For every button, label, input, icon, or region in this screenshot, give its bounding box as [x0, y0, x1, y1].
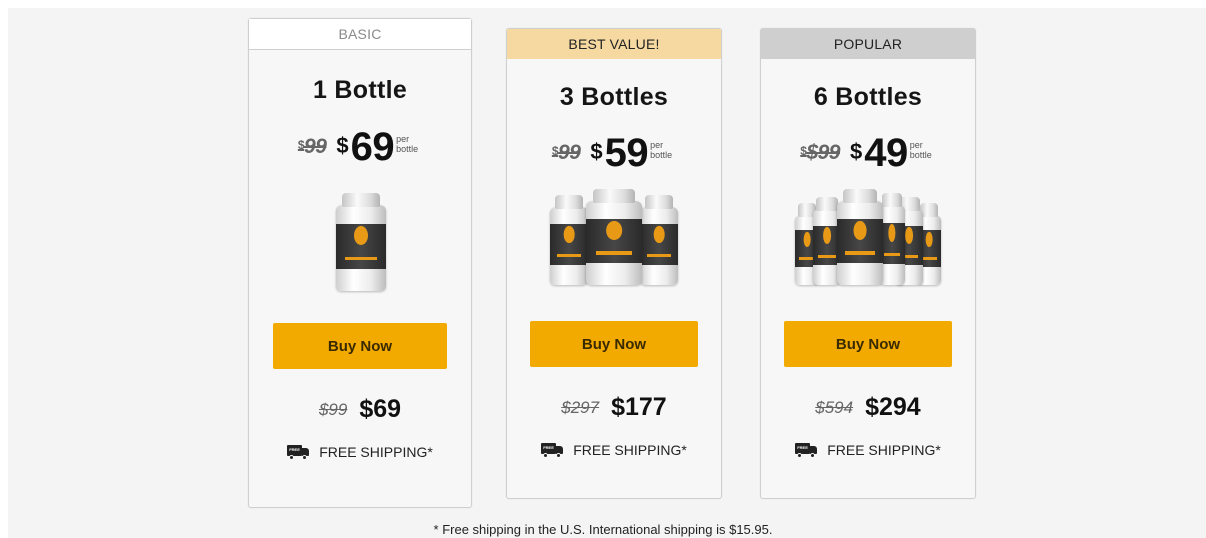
old-unit-price: $$99	[800, 141, 840, 164]
old-total-price: $99	[318, 399, 348, 419]
new-unit-price: $ 49 per bottle	[850, 133, 936, 173]
shipping-label: FREE SHIPPING*	[573, 442, 687, 458]
new-total-price: $177	[611, 393, 667, 421]
old-unit-price: $99	[551, 141, 581, 164]
shipping-footnote: * Free shipping in the U.S. Internationa…	[433, 522, 773, 537]
plan-card-popular: POPULAR 6 Bottles $$99 $ 49 per bottle B…	[760, 28, 976, 499]
old-total-price: $297	[561, 397, 600, 417]
new-unit-price: $ 69 per bottle	[336, 127, 422, 167]
plan-quantity: 1 Bottle	[312, 76, 408, 104]
new-unit-price: $ 59 per bottle	[590, 133, 676, 173]
total-price: $99 $69	[249, 395, 471, 424]
plan-header: POPULAR	[761, 29, 975, 59]
free-shipping: FREE FREE SHIPPING*	[249, 444, 471, 460]
free-shipping: FREE FREE SHIPPING*	[761, 442, 975, 458]
free-shipping: FREE FREE SHIPPING*	[507, 442, 721, 458]
shipping-label: FREE SHIPPING*	[319, 444, 433, 460]
total-price: $594 $294	[761, 393, 975, 422]
plan-header: BASIC	[249, 19, 471, 50]
total-price: $297 $177	[507, 393, 721, 422]
truck-icon: FREE	[795, 443, 818, 458]
buy-now-button[interactable]: Buy Now	[784, 321, 952, 367]
per-bottle-label: per bottle	[909, 140, 932, 160]
shipping-label: FREE SHIPPING*	[827, 442, 941, 458]
unit-price: $$99 $ 49 per bottle	[761, 133, 975, 177]
plan-quantity: 3 Bottles	[559, 83, 669, 111]
buy-now-button[interactable]: Buy Now	[530, 321, 698, 367]
plan-card-best-value: BEST VALUE! 3 Bottles $99 $ 59 per bottl…	[506, 28, 722, 499]
bottle-image-1	[325, 189, 395, 291]
plan-card-basic: BASIC 1 Bottle $99 $ 69 per bottle Buy N…	[248, 18, 472, 508]
bottle-image-3	[550, 189, 678, 285]
truck-icon: FREE	[287, 445, 310, 460]
unit-price: $99 $ 59 per bottle	[507, 133, 721, 177]
truck-icon: FREE	[541, 443, 564, 458]
plan-header: BEST VALUE!	[507, 29, 721, 59]
new-total-price: $294	[865, 393, 921, 421]
per-bottle-label: per bottle	[650, 140, 673, 160]
buy-now-button[interactable]: Buy Now	[273, 323, 447, 369]
plan-quantity: 6 Bottles	[813, 83, 923, 111]
old-total-price: $594	[815, 397, 854, 417]
bottle-image-6	[795, 189, 941, 285]
unit-price: $99 $ 69 per bottle	[249, 127, 471, 171]
old-unit-price: $99	[297, 135, 327, 158]
per-bottle-label: per bottle	[396, 134, 419, 154]
new-total-price: $69	[359, 395, 402, 423]
